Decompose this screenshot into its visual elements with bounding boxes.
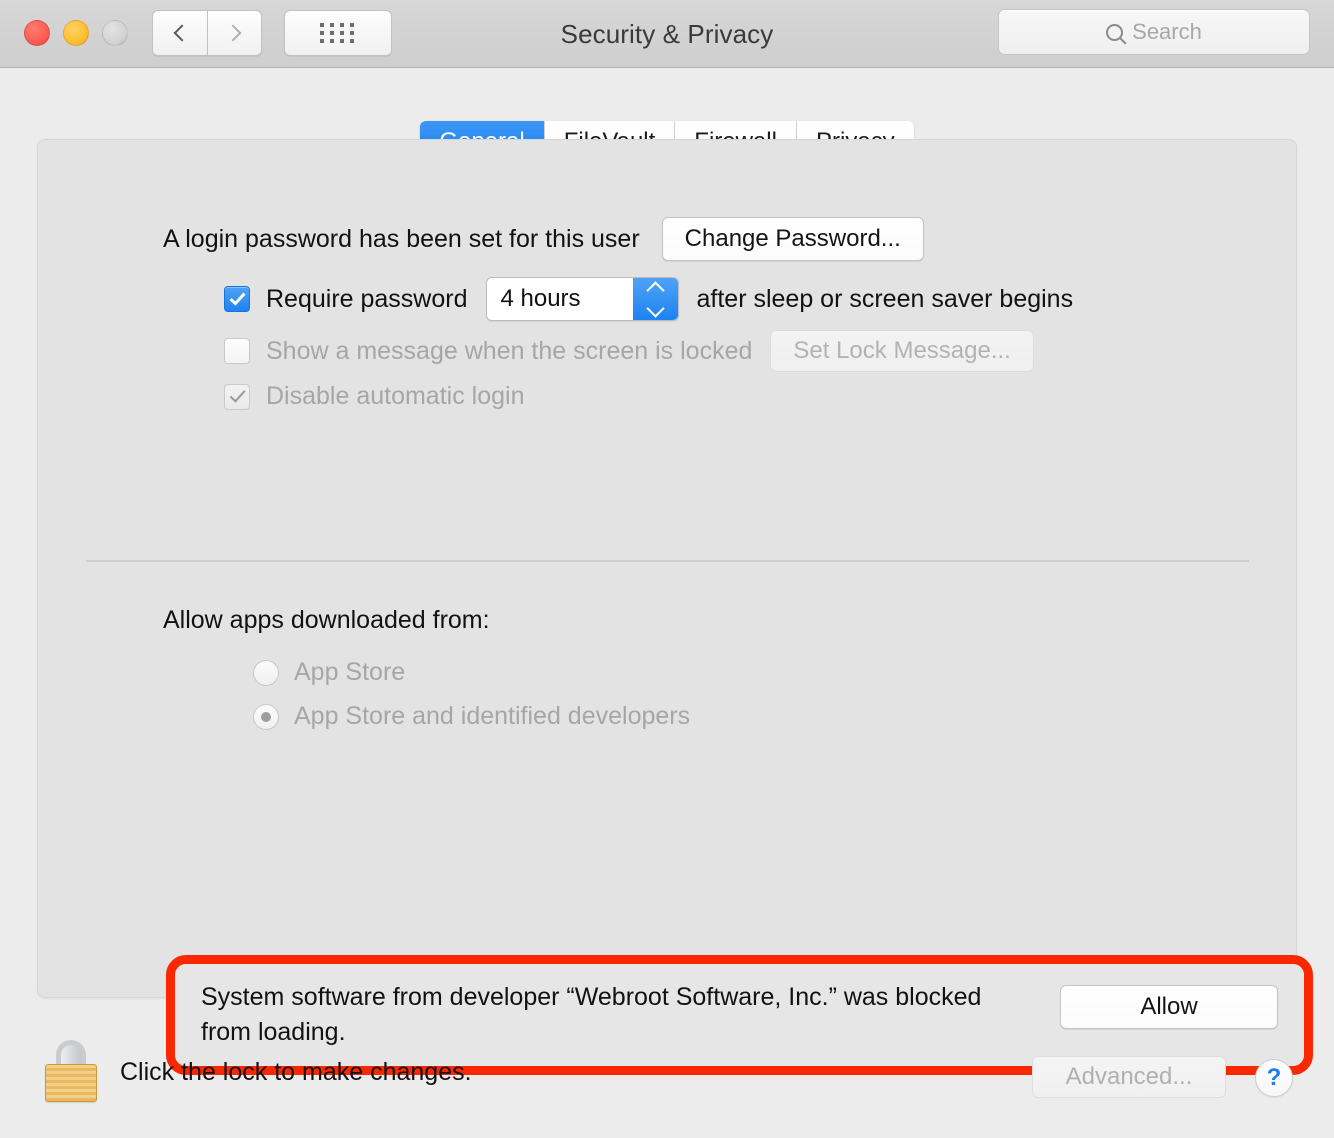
- chevron-right-icon: [224, 24, 241, 42]
- search-icon: [1106, 23, 1124, 41]
- help-button[interactable]: ?: [1255, 1059, 1293, 1097]
- close-window-button[interactable]: [24, 20, 50, 46]
- show-message-checkbox[interactable]: [224, 338, 250, 364]
- search-input[interactable]: Search: [998, 9, 1310, 55]
- disable-auto-login-row: Disable automatic login: [224, 382, 524, 411]
- back-button[interactable]: [152, 10, 207, 56]
- password-status-row: A login password has been set for this u…: [163, 217, 924, 261]
- app-store-radio[interactable]: [253, 659, 279, 686]
- disable-auto-login-label: Disable automatic login: [266, 382, 525, 410]
- after-sleep-label: after sleep or screen saver begins: [696, 284, 1074, 313]
- identified-developers-radio[interactable]: [253, 703, 279, 730]
- chevron-left-icon: [173, 24, 191, 42]
- allow-apps-header: Allow apps downloaded from:: [163, 606, 490, 634]
- sleep-interval-stepper[interactable]: [632, 278, 678, 320]
- section-divider: [86, 560, 1249, 562]
- require-password-row: Require password 4 hours after sleep or …: [224, 277, 1073, 321]
- search-placeholder: Search: [1132, 19, 1202, 44]
- stepper-up-icon: [645, 280, 665, 300]
- show-message-label: Show a message when the screen is locked: [266, 336, 753, 365]
- security-privacy-window: Security & Privacy Search General FileVa…: [0, 0, 1334, 1138]
- require-password-label: Require password: [266, 284, 468, 313]
- general-settings-panel: A login password has been set for this u…: [37, 139, 1313, 1075]
- minimize-window-button[interactable]: [63, 20, 89, 46]
- stepper-down-icon: [645, 298, 665, 318]
- allow-button[interactable]: Allow: [1060, 985, 1278, 1029]
- change-password-button[interactable]: Change Password...: [661, 217, 924, 261]
- lock-hint-text: Click the lock to make changes.: [120, 1058, 472, 1086]
- lock-icon[interactable]: [45, 1040, 97, 1102]
- radio-selected-dot: [261, 711, 271, 722]
- app-store-radio-label: App Store: [294, 658, 406, 686]
- disable-auto-login-checkbox[interactable]: [224, 383, 250, 410]
- password-status-text: A login password has been set for this u…: [163, 224, 640, 253]
- require-password-checkbox[interactable]: [224, 286, 250, 312]
- grid-icon: [320, 23, 356, 43]
- sleep-interval-value: 4 hours: [486, 278, 633, 320]
- zoom-window-button[interactable]: [102, 20, 128, 46]
- radio-option-identified-developers[interactable]: App Store and identified developers: [253, 702, 690, 731]
- identified-developers-radio-label: App Store and identified developers: [294, 702, 691, 730]
- lock-body: [45, 1064, 97, 1102]
- window-toolbar: Security & Privacy Search: [0, 0, 1334, 68]
- blocked-software-alert: System software from developer “Webroot …: [175, 964, 1304, 1066]
- sleep-interval-combobox[interactable]: 4 hours: [485, 277, 679, 321]
- radio-option-app-store[interactable]: App Store: [253, 658, 405, 687]
- show-all-button[interactable]: [284, 10, 392, 56]
- blocked-software-message: System software from developer “Webroot …: [201, 983, 982, 1046]
- navigation-buttons: [152, 10, 262, 56]
- forward-button[interactable]: [207, 10, 262, 56]
- set-lock-message-button[interactable]: Set Lock Message...: [770, 330, 1034, 372]
- advanced-button[interactable]: Advanced...: [1032, 1056, 1226, 1098]
- show-lock-message-row: Show a message when the screen is locked…: [224, 330, 1034, 372]
